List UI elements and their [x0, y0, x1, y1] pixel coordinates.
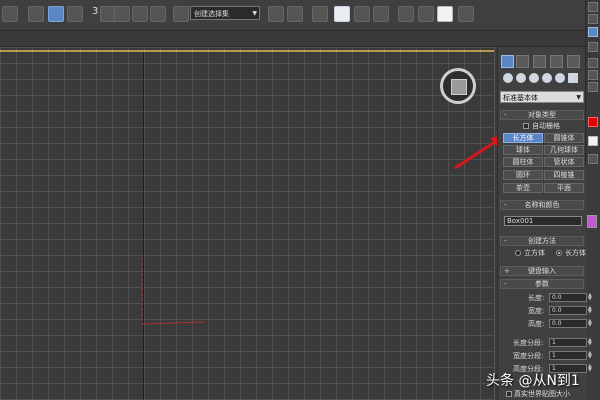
real-world-map-checkbox[interactable]: [506, 391, 512, 397]
link-icon[interactable]: [2, 6, 18, 22]
select-move-icon[interactable]: [48, 6, 64, 22]
length-segs-spinner-icon[interactable]: ▲ ▼: [588, 338, 592, 347]
line-tool-icon[interactable]: [588, 27, 598, 37]
length-segs-input[interactable]: 1: [549, 338, 587, 347]
keyboard-entry-header: 键盘输入: [528, 267, 556, 275]
main-toolbar: 3 创建选择集: [0, 0, 585, 31]
snap-number: 3: [92, 6, 99, 17]
lights-icon[interactable]: [529, 73, 539, 83]
parameters-header: 参数: [535, 280, 549, 288]
world-axis-tripod: [141, 258, 206, 325]
width-spinner-icon[interactable]: ▲ ▼: [588, 306, 592, 315]
object-type-header: 对象类型: [528, 111, 556, 119]
creation-method-header: 创建方法: [528, 237, 556, 245]
auto-grid-label: 自动栅格: [532, 122, 560, 130]
text-tool-icon[interactable]: [588, 70, 598, 80]
geosphere-button[interactable]: 几何球体: [544, 145, 584, 155]
width-segs-label: 宽度分段:: [513, 352, 544, 360]
display-tab[interactable]: [567, 55, 580, 68]
select-tool-icon[interactable]: [588, 2, 598, 12]
edit-named-selection-icon[interactable]: [173, 6, 189, 22]
name-color-rollout[interactable]: - 名称和颜色: [500, 200, 584, 210]
height-input[interactable]: 0.0: [549, 319, 587, 328]
cube-radio[interactable]: [515, 250, 521, 256]
tube-button[interactable]: 管状体: [544, 157, 584, 167]
torus-button[interactable]: 圆环: [503, 170, 543, 180]
pyramid-button[interactable]: 四棱锥: [544, 170, 584, 180]
geometry-icon[interactable]: [503, 73, 513, 83]
parameters-rollout[interactable]: - 参数: [500, 279, 584, 289]
line-weight-icon[interactable]: [588, 136, 598, 146]
select-icon[interactable]: [28, 6, 44, 22]
auto-grid-checkbox[interactable]: [523, 123, 529, 129]
paint-tool-icon[interactable]: [588, 14, 598, 24]
category-dropdown[interactable]: 标准基本体: [500, 91, 584, 104]
create-tab[interactable]: [501, 55, 514, 68]
render-frame-icon[interactable]: [437, 6, 453, 22]
color-red-swatch[interactable]: [588, 117, 598, 127]
cylinder-button[interactable]: 圆柱体: [503, 157, 543, 167]
align-icon[interactable]: [287, 6, 303, 22]
object-color-swatch[interactable]: [587, 215, 597, 228]
length-segs-label: 长度分段:: [513, 339, 544, 347]
width-input[interactable]: 0.0: [549, 306, 587, 315]
plane-button[interactable]: 平面: [544, 183, 584, 193]
real-world-map-label: 真实世界贴图大小: [514, 390, 570, 398]
select-rotate-icon[interactable]: [67, 6, 83, 22]
object-name-input[interactable]: Box001: [504, 216, 582, 226]
shapes-icon[interactable]: [516, 73, 526, 83]
viewport-active-border: [0, 50, 494, 52]
shape-tool-icon[interactable]: [588, 58, 598, 68]
helpers-icon[interactable]: [555, 73, 565, 83]
height-segs-spinner-icon[interactable]: ▲ ▼: [588, 364, 592, 373]
perspective-viewport[interactable]: [0, 47, 495, 400]
cone-button[interactable]: 圆锥体: [544, 133, 584, 143]
rectangle-tool-icon[interactable]: [588, 42, 598, 52]
viewport-grid-axis-line: [143, 52, 144, 400]
cameras-icon[interactable]: [542, 73, 552, 83]
cube-radio-label: 立方体: [524, 249, 545, 257]
percent-snap-icon[interactable]: [132, 6, 148, 22]
spacewarps-icon[interactable]: [568, 73, 578, 83]
viewcube-center-icon[interactable]: [451, 79, 467, 95]
name-color-header: 名称和颜色: [524, 201, 560, 209]
watermark: 头条 @从N到1: [486, 373, 580, 389]
box-radio-label: 长方体: [565, 249, 586, 257]
creation-method-rollout[interactable]: - 创建方法: [500, 236, 584, 246]
spinner-snap-icon[interactable]: [150, 6, 166, 22]
box-radio[interactable]: [556, 250, 562, 256]
length-label: 长度:: [528, 294, 545, 302]
hierarchy-tab[interactable]: [533, 55, 546, 68]
curve-editor-icon[interactable]: [354, 6, 370, 22]
sphere-button[interactable]: 球体: [503, 145, 543, 155]
modify-tab[interactable]: [516, 55, 529, 68]
width-label: 宽度:: [528, 307, 545, 315]
sub-toolbar: [0, 31, 585, 47]
object-type-rollout[interactable]: - 对象类型: [500, 110, 584, 120]
angle-snap-icon[interactable]: [114, 6, 130, 22]
graphite-tools-icon[interactable]: [334, 6, 350, 22]
eraser-tool-icon[interactable]: [588, 82, 598, 92]
render-teapot-icon[interactable]: [458, 6, 474, 22]
height-label: 高度:: [528, 320, 545, 328]
material-editor-icon[interactable]: [398, 6, 414, 22]
motion-tab[interactable]: [550, 55, 563, 68]
length-spinner-icon[interactable]: ▲ ▼: [588, 293, 592, 302]
axis-x-line: [141, 321, 206, 325]
render-setup-icon[interactable]: [418, 6, 434, 22]
box-button[interactable]: 长方体: [503, 133, 543, 143]
teapot-button[interactable]: 茶壶: [503, 183, 543, 193]
height-spinner-icon[interactable]: ▲ ▼: [588, 319, 592, 328]
named-selection-dropdown[interactable]: 创建选择集: [190, 6, 260, 21]
arrows-tool-icon[interactable]: [588, 154, 598, 164]
width-segs-spinner-icon[interactable]: ▲ ▼: [588, 351, 592, 360]
keyboard-entry-rollout[interactable]: + 键盘输入: [500, 266, 584, 276]
mirror-icon[interactable]: [268, 6, 284, 22]
width-segs-input[interactable]: 1: [549, 351, 587, 360]
layer-manager-icon[interactable]: [312, 6, 328, 22]
schematic-view-icon[interactable]: [373, 6, 389, 22]
length-input[interactable]: 0.0: [549, 293, 587, 302]
